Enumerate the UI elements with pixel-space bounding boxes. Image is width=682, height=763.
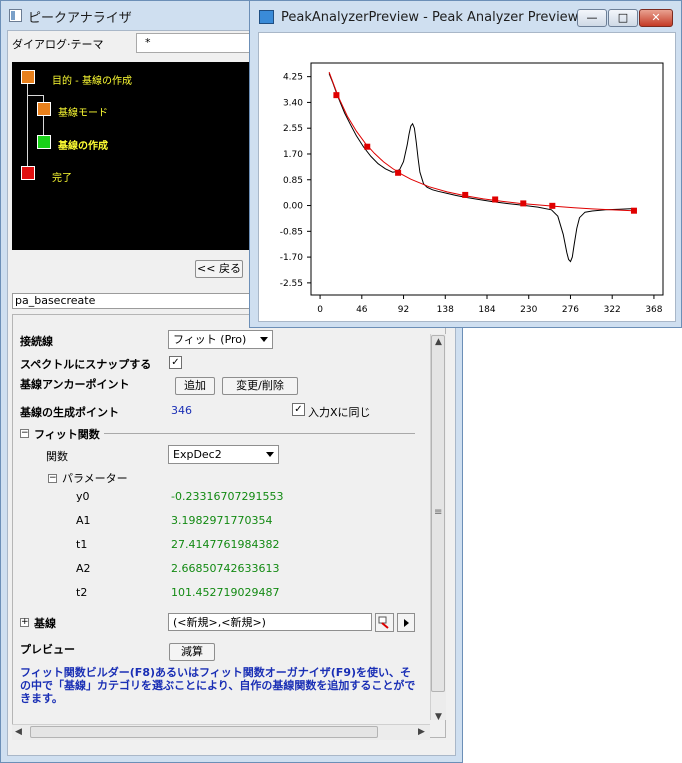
baseline-browse-button[interactable]	[375, 613, 394, 632]
window-app-icon	[9, 9, 22, 22]
horizontal-scroll-thumb[interactable]	[30, 726, 378, 738]
x-tick-label: 138	[437, 305, 454, 315]
y-tick-label: 1.70	[283, 150, 303, 160]
y-tick-label: 3.40	[283, 98, 303, 108]
dialog-theme-combo[interactable]: *	[136, 33, 254, 53]
snap-checkbox[interactable]: ✓	[169, 356, 182, 369]
flow-connector	[27, 78, 28, 174]
y-tick-label: -1.70	[280, 253, 304, 263]
points-value[interactable]: 346	[171, 404, 192, 417]
main-window-title: ピークアナライザ	[28, 11, 132, 26]
anchor-point	[492, 196, 499, 203]
y-tick-label: -0.85	[280, 227, 303, 237]
modify-delete-button[interactable]: 変更/削除	[222, 377, 298, 395]
flow-node-finish[interactable]	[21, 166, 35, 180]
section-name-field: pa_basecreate	[12, 293, 252, 309]
peak-preview-plot: 0 46 92 138 184 230 276 322 368 4.25 3.40 2.55 1.70 0…	[280, 62, 664, 315]
y-tick-label: 2.55	[283, 124, 303, 134]
y-tick-label: 4.25	[283, 73, 303, 83]
flow-node-create-baseline[interactable]	[37, 135, 51, 149]
anchor-label: 基線アンカーポイント	[20, 378, 130, 391]
y-tick-label: 0.00	[283, 202, 303, 212]
section-divider	[104, 433, 415, 434]
param-name: A1	[76, 514, 91, 527]
x-tick-label: 230	[520, 305, 537, 315]
function-value: ExpDec2	[173, 448, 222, 461]
scroll-up-icon[interactable]: ▲	[435, 337, 442, 347]
maximize-button[interactable]: □	[608, 9, 638, 27]
anchor-point	[549, 202, 556, 209]
flow-node-baseline-mode[interactable]	[37, 102, 51, 116]
connect-label: 接続線	[20, 335, 53, 348]
parameters-section[interactable]: パラメーター	[62, 470, 128, 486]
chevron-down-icon	[266, 452, 274, 457]
graph-window-icon	[259, 10, 274, 24]
scroll-left-icon[interactable]: ◀	[15, 727, 22, 737]
anchor-point	[520, 200, 527, 207]
close-button[interactable]: ✕	[639, 9, 673, 27]
goal-flow-panel: 目的 - 基線の作成 基線モード 基線の作成 完了	[12, 62, 254, 250]
fit-function-section[interactable]: フィット関数	[34, 426, 100, 442]
param-value[interactable]: -0.23316707291553	[171, 490, 289, 503]
y-tick-label: -2.55	[280, 279, 303, 289]
baseline-field[interactable]: (<新規>,<新規>)	[168, 613, 372, 631]
triangle-right-icon	[404, 619, 409, 627]
connect-method-combo[interactable]: フィット (Pro)	[168, 330, 273, 349]
scroll-right-icon[interactable]: ▶	[418, 727, 425, 737]
anchor-point	[333, 92, 340, 99]
param-name: t2	[76, 586, 88, 599]
param-value[interactable]: 101.452719029487	[171, 586, 279, 599]
anchor-point	[630, 207, 637, 214]
preview-label: プレビュー	[20, 643, 75, 656]
param-value[interactable]: 27.4147761984382	[171, 538, 279, 551]
flow-label-create-baseline[interactable]: 基線の作成	[58, 137, 108, 152]
flow-label-finish[interactable]: 完了	[52, 169, 72, 184]
same-as-input-checkbox[interactable]: ✓	[292, 403, 305, 416]
param-name: y0	[76, 490, 90, 503]
param-name: A2	[76, 562, 91, 575]
flow-node-goal[interactable]	[21, 70, 35, 84]
connect-method-value: フィット (Pro)	[173, 333, 247, 346]
param-value[interactable]: 3.1982971770354	[171, 514, 272, 527]
chevron-down-icon	[260, 337, 268, 342]
anchor-point	[462, 191, 469, 198]
function-label: 関数	[46, 450, 68, 463]
add-anchor-button[interactable]: 追加	[175, 377, 215, 395]
x-tick-label: 92	[398, 305, 409, 315]
collapse-icon[interactable]: −	[48, 474, 57, 483]
function-combo[interactable]: ExpDec2	[168, 445, 279, 464]
x-tick-label: 0	[317, 305, 323, 315]
same-as-input-label: 入力Xに同じ	[308, 406, 371, 419]
dialog-theme-label: ダイアログ·テーマ	[12, 38, 104, 51]
x-tick-label: 368	[645, 305, 662, 315]
baseline-label: 基線	[34, 617, 56, 630]
param-value[interactable]: 2.66850742633613	[171, 562, 279, 575]
anchor-point	[364, 143, 371, 150]
grip-icon: ≡	[434, 507, 443, 518]
flow-label-goal[interactable]: 目的 - 基線の作成	[52, 72, 132, 87]
baseline-menu-button[interactable]	[397, 613, 415, 632]
snap-label: スペクトルにスナップする	[20, 358, 152, 371]
param-name: t1	[76, 538, 88, 551]
x-tick-label: 46	[356, 305, 368, 315]
back-button[interactable]: << 戻る	[195, 260, 243, 278]
x-tick-label: 184	[478, 305, 495, 315]
x-tick-label: 322	[604, 305, 621, 315]
collapse-icon[interactable]: −	[20, 429, 29, 438]
range-select-icon	[378, 616, 389, 629]
points-label: 基線の生成ポイント	[20, 406, 119, 419]
expand-icon[interactable]: +	[20, 618, 29, 627]
flow-connector	[27, 95, 43, 96]
minimize-button[interactable]: —	[577, 9, 607, 27]
scroll-down-icon[interactable]: ▼	[435, 712, 442, 722]
y-tick-label: 0.85	[283, 176, 303, 186]
anchor-point	[395, 169, 402, 176]
subtract-button[interactable]: 減算	[169, 643, 215, 661]
help-text: フィット関数ビルダー(F8)あるいはフィット関数オーガナイザ(F9)を使い、その…	[20, 666, 416, 705]
plot-frame	[310, 62, 664, 296]
flow-label-baseline-mode[interactable]: 基線モード	[58, 104, 108, 119]
x-tick-label: 276	[562, 305, 579, 315]
preview-window-title: PeakAnalyzerPreview - Peak Analyzer Prev…	[281, 10, 589, 25]
